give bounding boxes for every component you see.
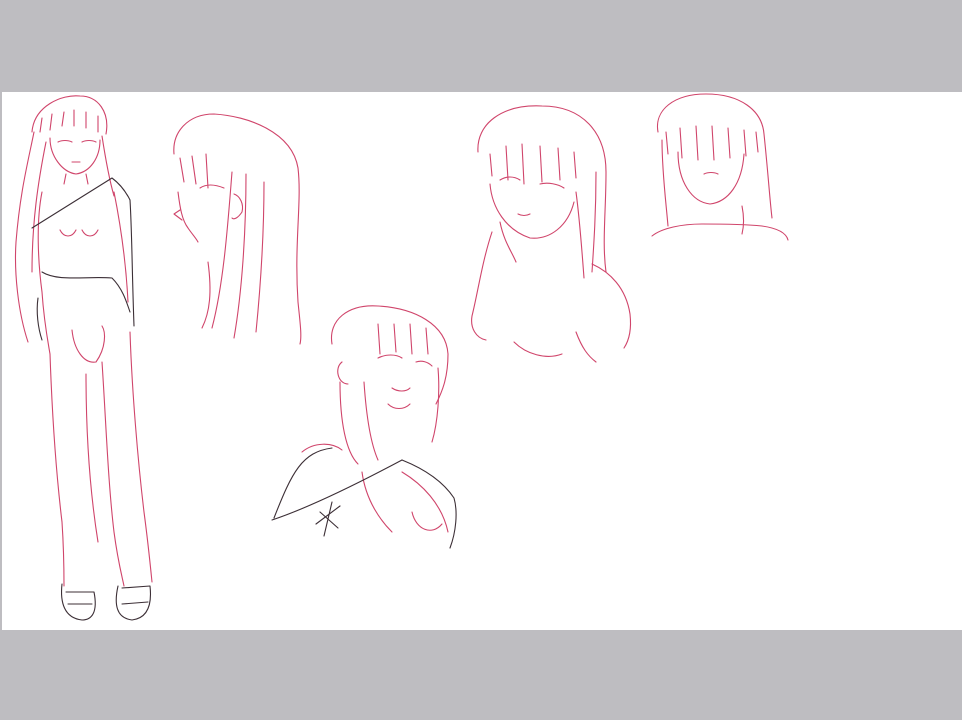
letterbox-top [0,0,962,92]
letterbox-bottom [0,630,962,720]
full-body-figure [14,95,153,621]
upward-head-sketch [271,305,457,549]
drawing-canvas [2,92,962,630]
front-head-sketch [651,93,789,241]
character-sketch-sheet [14,93,789,621]
video-frame [0,0,962,720]
three-quarter-bust-sketch [471,105,632,363]
profile-head-sketch [173,113,302,345]
